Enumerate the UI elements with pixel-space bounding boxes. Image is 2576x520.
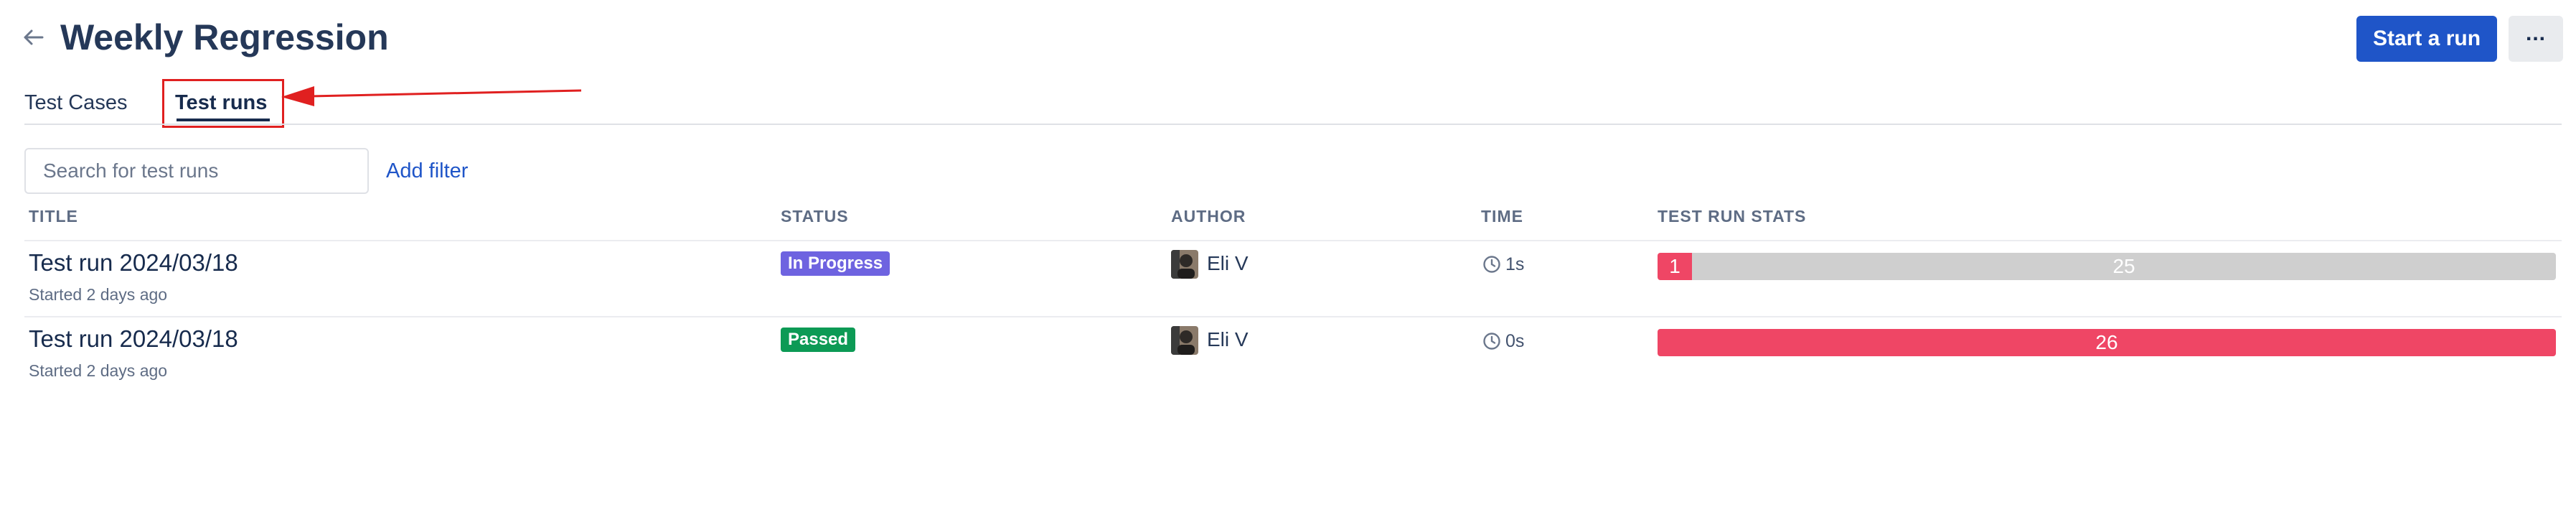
status-badge: In Progress [781,251,890,276]
column-header-status: STATUS [781,207,849,226]
row-divider [24,316,2562,317]
header-divider [24,240,2562,241]
run-time: 1s [1505,254,1525,274]
clock-icon [1483,333,1500,350]
author-name: Eli V [1207,328,1249,350]
avatar [1171,326,1198,355]
avatar [1171,250,1198,279]
stats-failed-segment: 26 [1658,329,2556,356]
add-filter-link[interactable]: Add filter [386,157,468,185]
search-input[interactable] [24,148,369,194]
stats-untested-segment: 25 [1692,253,2556,280]
tabs-divider [24,124,2562,125]
annotation-highlight-box [162,79,284,128]
test-run-stats-bar: 1 25 [1658,253,2556,280]
run-time: 0s [1505,331,1525,351]
run-started-text: Started 2 days ago [29,285,168,304]
run-title-link[interactable]: Test run 2024/03/18 [29,247,238,279]
author-name: Eli V [1207,252,1249,274]
test-run-stats-bar: 26 0 [1658,329,2556,356]
column-header-author: AUTHOR [1171,207,1246,226]
more-options-button[interactable]: ... [2509,16,2563,62]
column-header-stats: TEST RUN STATS [1658,207,1807,226]
run-title-link[interactable]: Test run 2024/03/18 [29,323,238,355]
run-started-text: Started 2 days ago [29,361,168,380]
column-header-time: TIME [1481,207,1523,226]
tab-test-cases[interactable]: Test Cases [24,88,127,117]
clock-icon [1483,256,1500,273]
annotation-arrow [281,86,582,106]
start-run-button[interactable]: Start a run [2356,16,2497,62]
more-dots-icon: ... [2525,22,2546,45]
stats-failed-segment: 1 [1658,253,1693,280]
column-header-title: TITLE [29,207,78,226]
page-title: Weekly Regression [60,17,389,57]
status-badge: Passed [781,328,856,352]
back-arrow-icon[interactable] [17,23,49,52]
